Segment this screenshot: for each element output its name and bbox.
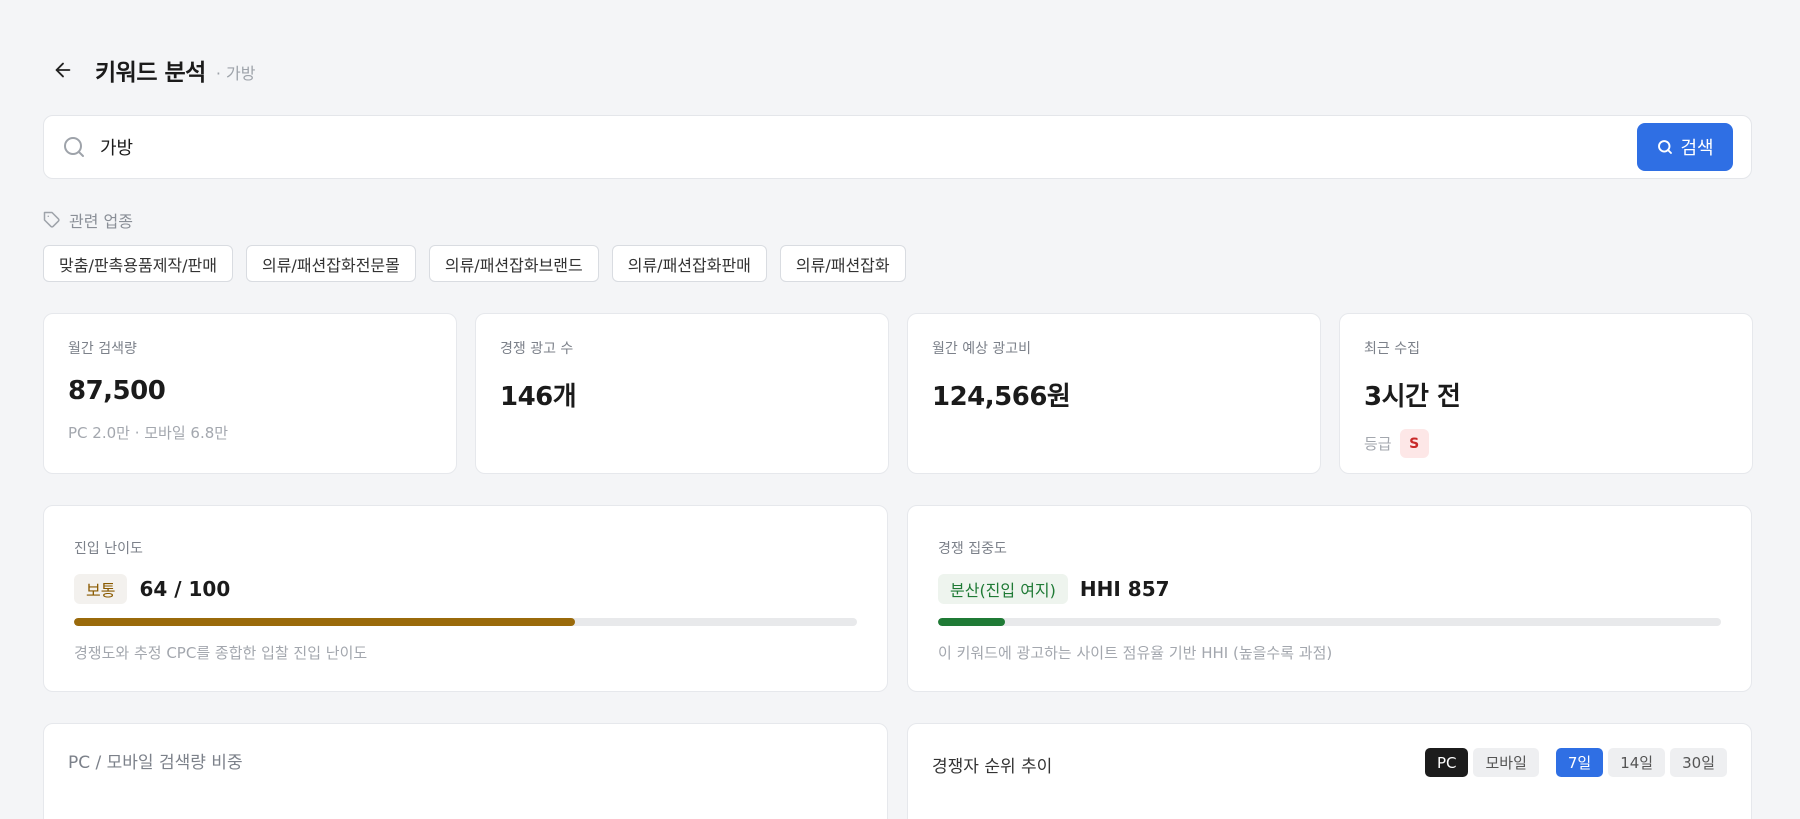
progress-fill	[74, 618, 576, 626]
page: 키워드 분석 · 가방 검색 관련 업종 맞춤/판촉용품제작/판매 의류/패션	[0, 0, 1800, 819]
search-button-label: 검색	[1680, 138, 1714, 159]
progress-track	[938, 618, 1721, 626]
stat-card-last-collected: 최근 수집 3시간 전 등급 S	[1339, 313, 1753, 474]
stat-card-monthly-search: 월간 검색량 87,500 PC 2.0만 · 모바일 6.8만	[43, 313, 457, 474]
search-icon	[1658, 140, 1673, 154]
meter-row: 분산(진입 여지) HHI 857	[938, 574, 1721, 604]
meter-row: 보통 64 / 100	[74, 574, 857, 604]
rank-toggles: PC 모바일 7일 14일 30일	[1420, 748, 1727, 777]
entry-difficulty-card: 진입 난이도 보통 64 / 100 경쟁도와 추정 CPC를 종합한 입찰 진…	[43, 505, 888, 692]
industry-chip[interactable]: 맞춤/판촉용품제작/판매	[43, 245, 233, 282]
stat-label: 월간 예상 광고비	[932, 341, 1032, 357]
tab-14d[interactable]: 14일	[1608, 748, 1666, 777]
page-title: 키워드 분석	[95, 60, 206, 86]
stat-value: 3시간 전	[1364, 382, 1461, 412]
arrow-left-icon	[55, 62, 71, 78]
back-button[interactable]	[43, 50, 83, 90]
level-badge: 분산(진입 여지)	[938, 574, 1068, 604]
industry-chip[interactable]: 의류/패션잡화전문몰	[245, 245, 416, 282]
competitor-rank-card: 경쟁자 순위 추이 PC 모바일 7일 14일 30일	[907, 723, 1752, 819]
search-box: 검색	[43, 115, 1752, 179]
grade-badge: S	[1399, 429, 1429, 458]
industry-chip[interactable]: 의류/패션잡화브랜드	[428, 245, 599, 282]
meter-value: HHI 857	[1079, 577, 1170, 601]
card-title: PC / 모바일 검색량 비중	[68, 753, 243, 773]
stat-sub: PC 2.0만 · 모바일 6.8만	[68, 424, 229, 442]
grade-row: 등급 S	[1364, 429, 1728, 458]
progress-track	[74, 618, 857, 626]
industry-chip[interactable]: 의류/패션잡화	[779, 245, 906, 282]
meter-label: 진입 난이도	[74, 541, 143, 557]
search-input[interactable]	[100, 127, 1637, 167]
tag-icon	[43, 211, 60, 228]
search-icon	[62, 135, 92, 159]
stat-card-competing-ads: 경쟁 광고 수 146개	[475, 313, 889, 474]
stat-card-ad-cost: 월간 예상 광고비 124,566원	[907, 313, 1321, 474]
industry-chips: 맞춤/판촉용품제작/판매 의류/패션잡화전문몰 의류/패션잡화브랜드 의류/패션…	[43, 245, 906, 282]
device-share-card: PC / 모바일 검색량 비중	[43, 723, 888, 819]
tab-30d[interactable]: 30일	[1670, 748, 1727, 777]
tab-7d[interactable]: 7일	[1555, 748, 1604, 777]
search-button[interactable]: 검색	[1637, 123, 1733, 171]
meter-label: 경쟁 집중도	[938, 541, 1007, 557]
tab-mobile[interactable]: 모바일	[1473, 748, 1539, 777]
page-header: 키워드 분석 · 가방	[43, 50, 255, 90]
meter-value: 64 / 100	[139, 577, 231, 601]
tab-pc[interactable]: PC	[1424, 748, 1469, 777]
meter-description: 경쟁도와 추정 CPC를 종합한 입찰 진입 난이도	[74, 644, 368, 662]
page-subtitle: · 가방	[215, 64, 256, 83]
related-industries-label: 관련 업종	[43, 208, 133, 232]
meter-description: 이 키워드에 광고하는 사이트 점유율 기반 HHI (높을수록 과점)	[938, 644, 1333, 662]
level-badge: 보통	[74, 574, 128, 604]
progress-fill	[938, 618, 1005, 626]
industry-chip[interactable]: 의류/패션잡화판매	[611, 245, 767, 282]
competition-concentration-card: 경쟁 집중도 분산(진입 여지) HHI 857 이 키워드에 광고하는 사이트…	[907, 505, 1752, 692]
stat-label: 월간 검색량	[68, 341, 137, 357]
stat-label: 최근 수집	[1364, 341, 1420, 357]
stat-value: 146개	[500, 382, 577, 412]
stat-value: 124,566원	[932, 382, 1071, 412]
related-label-text: 관련 업종	[69, 212, 133, 231]
stat-label: 경쟁 광고 수	[500, 341, 574, 357]
grade-label: 등급	[1364, 435, 1392, 453]
stat-value: 87,500	[68, 376, 166, 406]
